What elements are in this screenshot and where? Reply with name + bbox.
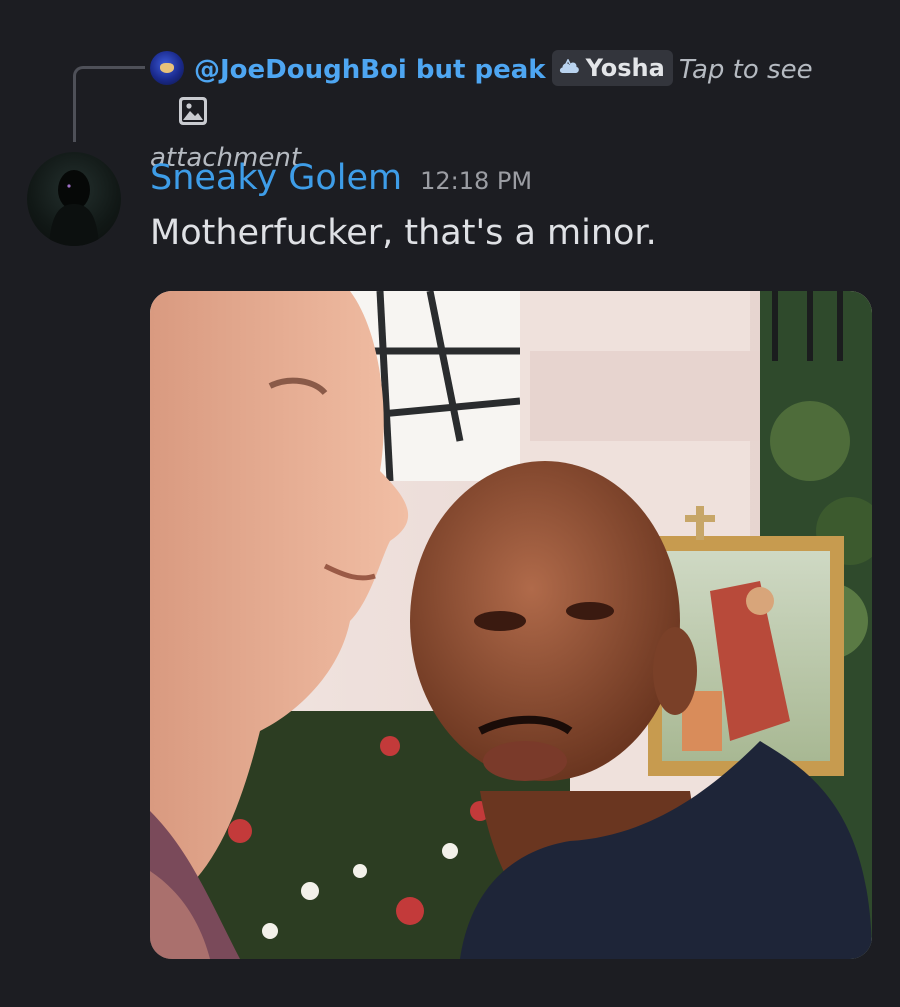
image-attachment[interactable] [150, 291, 872, 959]
chat-view: @JoeDoughBoi but peak Yosha Tap to see atta… [0, 0, 900, 1007]
cloud-icon [559, 58, 579, 73]
hooded-figure-avatar[interactable] [27, 152, 121, 246]
message-timestamp: 12:18 PM [420, 167, 533, 195]
reply-preview-line1[interactable]: Tap to see [679, 55, 813, 85]
role-mention[interactable]: Yosha [551, 49, 673, 86]
image-icon [179, 96, 207, 125]
message-text: Motherfucker, that's a minor. [150, 213, 657, 253]
reply-author[interactable]: @JoeDoughBoi but peak [194, 55, 546, 85]
mention-label: Yosha [585, 53, 665, 82]
sonic-avatar-icon[interactable] [150, 50, 184, 85]
reply-spine [73, 66, 145, 142]
photo-attachment [150, 291, 872, 959]
message-header: Sneaky Golem 12:18 PM [150, 158, 532, 206]
author-name[interactable]: Sneaky Golem [150, 158, 402, 198]
